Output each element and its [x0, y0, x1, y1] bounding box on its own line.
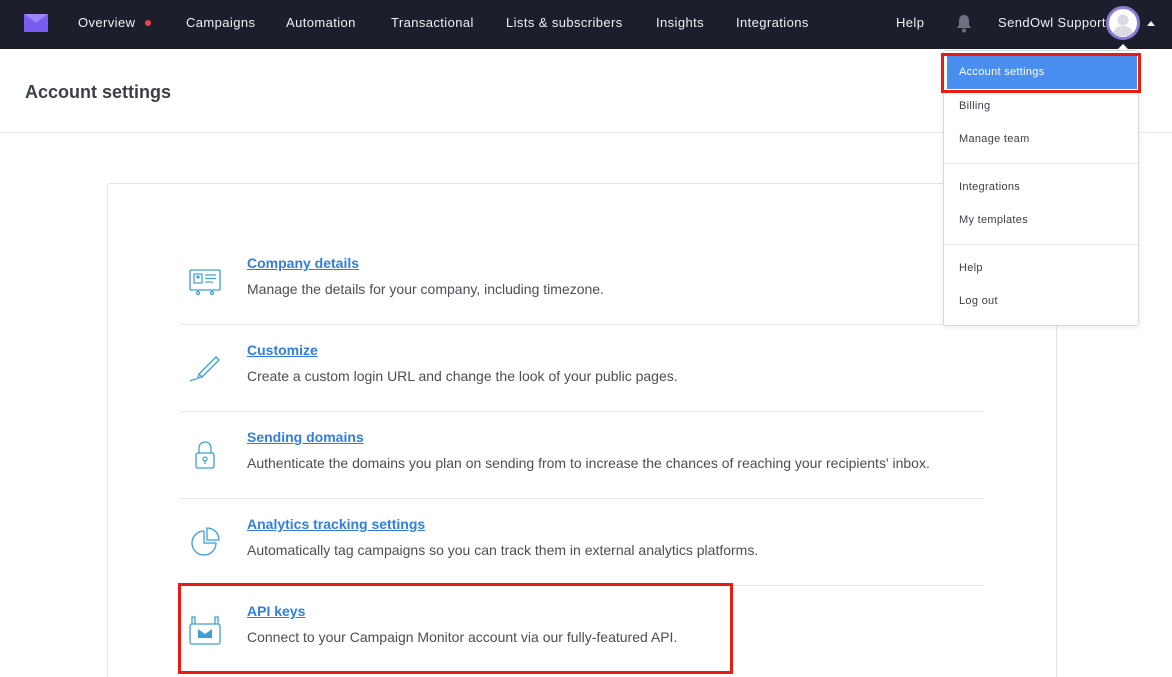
dropdown-billing[interactable]: Billing [944, 90, 1138, 123]
company-details-description: Manage the details for your company, inc… [247, 281, 604, 297]
sending-domains-description: Authenticate the domains you plan on sen… [247, 455, 930, 471]
account-settings-highlight-box [941, 53, 1141, 93]
notification-dot [145, 19, 152, 26]
setting-row-analytics-tracking: Analytics tracking settings Automaticall… [180, 499, 984, 586]
campaign-monitor-logo-icon[interactable] [24, 14, 48, 32]
pen-icon [189, 356, 220, 382]
nav-campaigns[interactable]: Campaigns [186, 15, 255, 30]
dropdown-log-out[interactable]: Log out [944, 285, 1138, 318]
setting-row-company-details: Company details Manage the details for y… [180, 238, 984, 325]
avatar[interactable] [1106, 6, 1140, 40]
sending-domains-link[interactable]: Sending domains [247, 429, 364, 445]
id-card-icon [189, 269, 221, 296]
dropdown-divider [944, 163, 1138, 164]
customize-link[interactable]: Customize [247, 342, 318, 358]
nav-transactional[interactable]: Transactional [391, 15, 474, 30]
dropdown-help[interactable]: Help [944, 252, 1138, 285]
analytics-tracking-link[interactable]: Analytics tracking settings [247, 516, 425, 532]
user-silhouette-icon [1113, 14, 1133, 36]
page-title: Account settings [25, 82, 172, 102]
dropdown-manage-team[interactable]: Manage team [944, 123, 1138, 156]
setting-row-customize: Customize Create a custom login URL and … [180, 325, 984, 412]
caret-up-icon[interactable] [1147, 21, 1155, 26]
dropdown-divider [944, 244, 1138, 245]
nav-automation[interactable]: Automation [286, 15, 356, 30]
lock-icon [195, 441, 215, 469]
nav-overview-label: Overview [78, 15, 136, 30]
top-navigation-bar: Overview Campaigns Automation Transactio… [0, 0, 1172, 49]
company-details-link[interactable]: Company details [247, 255, 359, 271]
nav-insights[interactable]: Insights [656, 15, 704, 30]
analytics-tracking-description: Automatically tag campaigns so you can t… [247, 542, 759, 558]
setting-row-sending-domains: Sending domains Authenticate the domains… [180, 412, 984, 499]
bell-icon[interactable] [955, 14, 973, 33]
nav-help[interactable]: Help [896, 15, 924, 30]
api-keys-highlight-box [178, 583, 733, 674]
dropdown-integrations[interactable]: Integrations [944, 171, 1138, 204]
nav-overview[interactable]: Overview [78, 15, 152, 30]
pie-chart-icon [191, 527, 220, 556]
nav-integrations[interactable]: Integrations [736, 15, 809, 30]
nav-lists-subscribers[interactable]: Lists & subscribers [506, 15, 623, 30]
account-name[interactable]: SendOwl Support [998, 15, 1106, 30]
customize-description: Create a custom login URL and change the… [247, 368, 678, 384]
dropdown-my-templates[interactable]: My templates [944, 204, 1138, 237]
